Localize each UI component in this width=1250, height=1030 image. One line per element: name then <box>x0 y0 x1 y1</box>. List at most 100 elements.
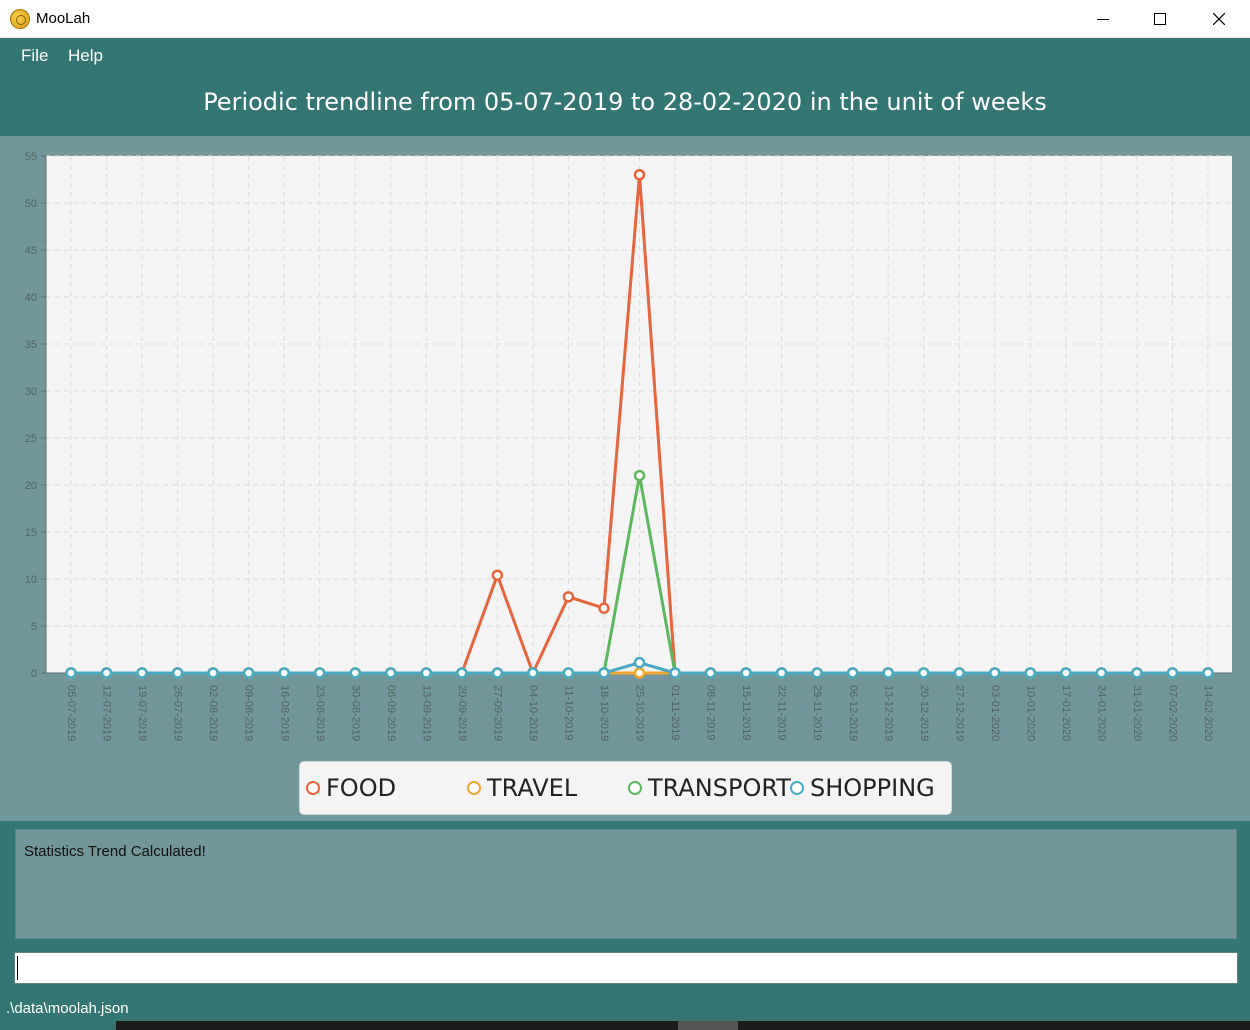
y-tick-label: 45 <box>25 245 37 257</box>
x-tick-label: 17-01-2020 <box>1060 685 1072 741</box>
data-point-shopping <box>1060 667 1072 679</box>
maximize-button[interactable] <box>1131 0 1189 38</box>
data-point-shopping <box>598 667 610 679</box>
data-point-shopping <box>1202 667 1214 679</box>
x-tick-label: 31-01-2020 <box>1131 685 1143 741</box>
x-tick-label: 29-11-2019 <box>811 685 823 740</box>
data-point-shopping <box>633 656 646 669</box>
close-button[interactable] <box>1190 0 1248 38</box>
y-tick-label: 10 <box>25 574 37 586</box>
trend-line-chart: 0 5 10 15 20 25 30 35 40 45 50 55 05-07-2019 12-07-20… <box>25 151 1232 741</box>
menu-bar: File Help <box>0 38 1250 74</box>
x-tick-label: 01-11-2019 <box>669 685 681 740</box>
x-tick-label: 13-09-2019 <box>420 685 432 741</box>
legend-label: FOOD <box>326 774 397 802</box>
y-tick-label: 55 <box>25 151 37 163</box>
data-point-transport <box>633 469 646 482</box>
minimize-icon <box>1097 19 1109 20</box>
chart-panel: 0 5 10 15 20 25 30 35 40 45 50 55 05-07-2019 12-07-20… <box>0 136 1250 821</box>
y-tick-label: 15 <box>25 527 37 539</box>
data-point-shopping <box>207 667 219 679</box>
command-input[interactable] <box>14 952 1238 984</box>
data-point-shopping <box>65 667 77 679</box>
x-tick-label: 16-08-2019 <box>278 685 290 741</box>
x-tick-label: 06-12-2019 <box>847 685 859 741</box>
x-tick-label: 11-10-2019 <box>563 685 575 740</box>
x-tick-label: 04-10-2019 <box>527 685 539 741</box>
data-point-food <box>633 169 646 181</box>
x-tick-label: 13-12-2019 <box>882 685 894 741</box>
legend-marker-icon <box>306 781 320 795</box>
x-tick-label: 22-11-2019 <box>776 685 788 740</box>
chart-title: Periodic trendline from 05-07-2019 to 28… <box>203 88 1047 116</box>
y-tick-label: 35 <box>25 339 37 351</box>
data-point-shopping <box>811 667 823 679</box>
data-point-shopping <box>740 667 752 679</box>
y-tick-label: 0 <box>31 668 37 680</box>
legend-label: SHOPPING <box>810 774 935 802</box>
data-point-shopping <box>1166 667 1179 679</box>
legend-marker-icon <box>790 781 804 795</box>
stats-header: Periodic trendline from 05-07-2019 to 28… <box>0 74 1250 136</box>
data-point-shopping <box>917 667 930 679</box>
data-point-shopping <box>669 667 681 679</box>
data-point-shopping <box>385 667 397 679</box>
data-point-shopping <box>136 667 148 679</box>
x-tick-label: 30-08-2019 <box>349 685 361 741</box>
text-caret <box>17 956 18 980</box>
menu-help[interactable]: Help <box>68 46 103 66</box>
data-point-shopping <box>349 667 361 679</box>
data-point-shopping <box>1131 667 1143 679</box>
data-point-shopping <box>278 667 290 679</box>
data-point-shopping <box>313 667 326 679</box>
x-tick-label: 12-07-2019 <box>101 685 113 741</box>
status-bar-path: .\data\moolah.json <box>6 1000 129 1017</box>
y-tick-label: 30 <box>25 386 37 398</box>
window-title: MooLah <box>36 10 91 27</box>
data-point-shopping <box>846 667 859 679</box>
plot-area <box>46 156 1232 673</box>
x-tick-label: 23-08-2019 <box>314 685 326 741</box>
app-window: MooLah File Help Periodic trendline from… <box>0 0 1250 1030</box>
coin-icon <box>10 9 30 29</box>
x-tick-label: 06-09-2019 <box>385 685 397 741</box>
x-tick-label: 03-01-2020 <box>989 685 1001 741</box>
x-tick-label: 24-01-2020 <box>1095 685 1107 741</box>
data-point-shopping <box>242 667 255 679</box>
x-tick-label: 02-08-2019 <box>207 685 219 741</box>
x-tick-label: 20-12-2019 <box>918 685 930 741</box>
x-tick-label: 14-02-2020 <box>1202 685 1214 741</box>
close-icon <box>1213 13 1225 25</box>
x-tick-label: 27-12-2019 <box>953 685 965 741</box>
data-point-travel <box>633 667 646 679</box>
y-tick-label: 5 <box>31 621 37 633</box>
legend-marker-icon <box>628 781 642 795</box>
x-tick-label: 08-11-2019 <box>705 685 717 740</box>
result-display: Statistics Trend Calculated! <box>15 829 1237 939</box>
data-point-shopping <box>100 667 113 679</box>
data-point-food <box>598 602 610 614</box>
data-point-shopping <box>171 667 184 679</box>
chart-legend: FOOD TRAVEL TRANSPORT SHOPPING <box>299 761 952 815</box>
data-point-shopping <box>953 667 965 679</box>
legend-item-travel: TRAVEL <box>467 773 577 803</box>
minimize-button[interactable] <box>1074 0 1132 38</box>
data-point-shopping <box>456 667 468 679</box>
x-tick-label: 15-11-2019 <box>740 685 752 740</box>
x-tick-label: 27-09-2019 <box>491 685 503 741</box>
x-tick-label: 20-09-2019 <box>456 685 468 741</box>
bottom-panel: Statistics Trend Calculated! .\data\mool… <box>0 821 1250 1030</box>
legend-marker-icon <box>467 781 481 795</box>
result-message: Statistics Trend Calculated! <box>24 843 206 860</box>
data-point-shopping <box>420 667 433 679</box>
maximize-icon <box>1154 13 1166 25</box>
data-point-shopping <box>527 667 539 679</box>
legend-item-food: FOOD <box>306 773 396 803</box>
menu-file[interactable]: File <box>21 46 48 66</box>
x-tick-label: 25-10-2019 <box>634 685 646 741</box>
y-tick-label: 40 <box>25 292 37 304</box>
legend-item-shopping: SHOPPING <box>790 773 935 803</box>
legend-label: TRANSPORT <box>648 774 791 802</box>
y-tick-label: 50 <box>25 198 37 210</box>
x-tick-label: 19-07-2019 <box>136 685 148 741</box>
